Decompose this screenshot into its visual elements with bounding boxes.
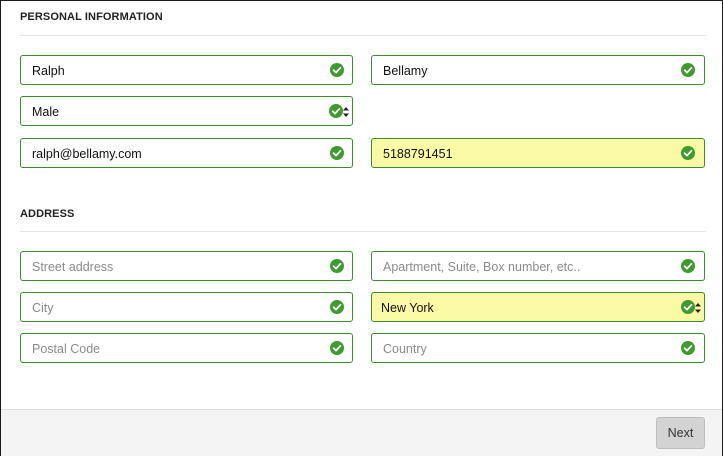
form-footer (1, 409, 722, 456)
first-name-value: Ralph (32, 64, 65, 78)
postal-code-field[interactable]: Postal Code (20, 333, 353, 363)
phone-value: 5188791451 (383, 147, 453, 161)
section-divider (20, 231, 706, 232)
section-title-personal-information: PERSONAL INFORMATION (20, 11, 163, 23)
select-arrows-icon (343, 105, 349, 119)
check-circle-icon (330, 341, 344, 355)
street-address-placeholder: Street address (32, 260, 114, 274)
state-value: New York (381, 301, 434, 315)
check-circle-icon (681, 341, 695, 355)
check-circle-icon (681, 300, 695, 314)
check-circle-icon (681, 146, 695, 160)
check-circle-icon (330, 259, 344, 273)
check-circle-icon (330, 300, 344, 314)
last-name-value: Bellamy (383, 64, 428, 78)
street-address-field[interactable]: Street address (20, 251, 353, 281)
apartment-field[interactable]: Apartment, Suite, Box number, etc.. (371, 251, 705, 281)
city-field[interactable]: City (20, 292, 353, 322)
gender-select[interactable]: Male (20, 96, 353, 126)
check-circle-icon (329, 104, 343, 118)
check-circle-icon (681, 259, 695, 273)
email-field[interactable]: ralph@bellamy.com (20, 138, 353, 168)
country-placeholder: Country (383, 342, 427, 356)
state-select[interactable]: New York (371, 292, 705, 322)
gender-value: Male (32, 105, 60, 119)
phone-field[interactable]: 5188791451 (371, 138, 705, 168)
postal-code-placeholder: Postal Code (32, 342, 101, 356)
last-name-field[interactable]: Bellamy (371, 55, 705, 85)
first-name-field[interactable]: Ralph (20, 55, 353, 85)
check-circle-icon (681, 63, 695, 77)
select-arrows-icon (695, 301, 701, 315)
section-title-address: ADDRESS (20, 208, 75, 220)
apartment-placeholder: Apartment, Suite, Box number, etc.. (383, 260, 581, 274)
check-circle-icon (330, 146, 344, 160)
check-circle-icon (330, 63, 344, 77)
city-placeholder: City (32, 301, 54, 315)
country-field[interactable]: Country (371, 333, 705, 363)
email-value: ralph@bellamy.com (32, 147, 142, 161)
next-button[interactable]: Next (656, 417, 705, 449)
section-divider (20, 35, 706, 36)
